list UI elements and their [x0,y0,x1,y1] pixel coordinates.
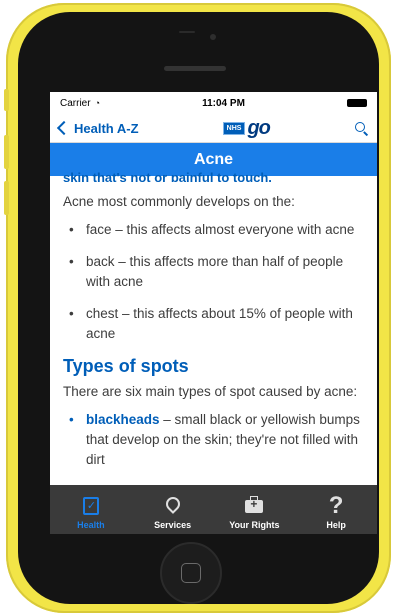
spot-types-list: blackheads – small black or yellowish bu… [63,410,364,470]
earpiece-dot [179,31,195,33]
types-intro: There are six main types of spot caused … [63,384,358,399]
page-title: Acne [193,150,234,168]
status-bar: Carrier ◔ 11:04 PM [50,92,377,114]
app-screen: Carrier ◔ 11:04 PM Health A-Z NHS go Acn… [50,92,377,534]
nhs-badge: NHS [222,121,246,135]
article-content[interactable]: skin that's not or painful to touch. Acn… [50,168,377,470]
volume-down-button [4,181,9,215]
search-icon[interactable] [354,121,368,135]
wifi-icon: ◔ [94,98,100,108]
tab-label: Health [77,520,105,530]
tab-health[interactable]: Health [56,495,126,530]
mute-switch [4,89,9,111]
back-button[interactable]: Health A-Z [56,120,139,136]
section-heading: Types of spots [63,356,189,376]
tab-label: Services [154,520,192,530]
home-button[interactable] [160,542,222,604]
nhs-go-logo: NHS go [222,116,271,140]
partial-line: skin that's not or painful to touch. [63,170,272,182]
front-camera [210,34,216,40]
tab-your-rights[interactable]: Your Rights [219,495,289,530]
status-time: 11:04 PM [202,97,245,109]
list-item: chest – this affects about 15% of people… [63,304,364,344]
intro-paragraph: Acne most commonly develops on the: [63,194,295,209]
location-pin-icon [162,494,183,514]
back-button-label: Health A-Z [74,120,139,136]
clipboard-check-icon [82,497,99,515]
tab-bar: Health Services Your Rights ? Help [50,485,377,534]
briefcase-icon [245,495,264,513]
carrier-label: Carrier [60,97,91,109]
tab-label: Help [326,520,346,530]
list-item: blackheads – small black or yellowish bu… [63,410,364,470]
chevron-left-icon [56,120,72,136]
tab-label: Your Rights [229,520,280,530]
location-list: face – this affects almost everyone with… [63,220,364,344]
list-item: face – this affects almost everyone with… [63,220,364,240]
go-wordmark: go [247,116,270,139]
tab-help[interactable]: ? Help [301,492,371,531]
question-icon: ? [328,492,344,519]
battery-icon [347,99,367,107]
navigation-bar: Health A-Z NHS go [50,114,377,143]
volume-up-button [4,135,9,169]
list-item: back – this affects more than half of pe… [63,252,364,292]
blackheads-link[interactable]: blackheads [86,412,160,427]
home-square-icon [181,563,201,583]
tab-services[interactable]: Services [138,494,208,530]
speaker-grille [164,66,226,71]
